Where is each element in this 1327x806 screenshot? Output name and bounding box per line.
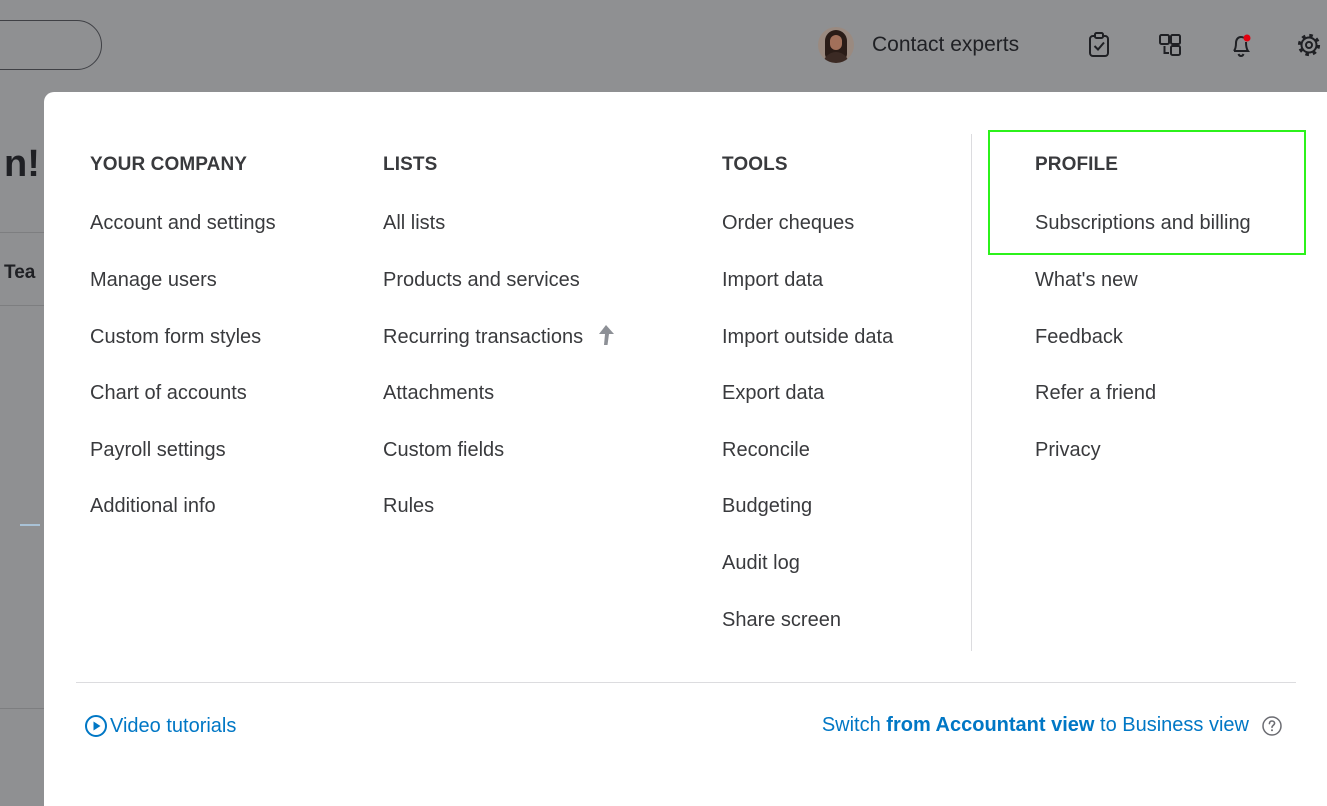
menu-item-all-lists[interactable]: All lists	[383, 209, 445, 237]
top-bar: Contact experts	[0, 0, 1327, 92]
settings-menu-panel: YOUR COMPANY Account and settings Manage…	[44, 92, 1327, 806]
menu-item-account-and-settings[interactable]: Account and settings	[90, 209, 276, 237]
footer-divider	[76, 682, 1296, 683]
bell-icon[interactable]	[1226, 30, 1256, 60]
menu-item-export-data[interactable]: Export data	[722, 379, 824, 407]
column-title: LISTS	[383, 154, 438, 175]
video-tutorials-link[interactable]: Video tutorials	[84, 714, 236, 738]
video-tutorials-label: Video tutorials	[110, 714, 237, 737]
gear-icon[interactable]	[1294, 30, 1324, 60]
column-title: TOOLS	[722, 154, 788, 175]
menu-item-import-outside-data[interactable]: Import outside data	[722, 323, 893, 351]
contact-experts-label: Contact experts	[872, 33, 1020, 56]
menu-item-recurring-transactions[interactable]: Recurring transactions	[383, 323, 617, 351]
menu-item-chart-of-accounts[interactable]: Chart of accounts	[90, 379, 247, 407]
apps-icon[interactable]	[1155, 30, 1185, 60]
search-input[interactable]	[0, 20, 102, 70]
column-title: YOUR COMPANY	[90, 154, 248, 175]
menu-item-manage-users[interactable]: Manage users	[90, 266, 217, 294]
column-divider	[971, 134, 972, 651]
menu-item-import-data[interactable]: Import data	[722, 266, 823, 294]
menu-item-payroll-settings[interactable]: Payroll settings	[90, 436, 226, 464]
menu-item-attachments[interactable]: Attachments	[383, 379, 494, 407]
menu-item-refer-a-friend[interactable]: Refer a friend	[1035, 379, 1156, 407]
menu-item-reconcile[interactable]: Reconcile	[722, 436, 810, 464]
switch-from-view: from Accountant view	[886, 714, 1095, 736]
divider	[20, 524, 40, 526]
help-circle-icon[interactable]	[1261, 715, 1283, 737]
upgrade-arrow-icon	[598, 325, 614, 345]
menu-item-feedback[interactable]: Feedback	[1035, 323, 1123, 351]
switch-prefix: Switch	[821, 714, 881, 736]
page-heading-fragment: n!	[4, 143, 40, 185]
play-circle-icon	[85, 715, 107, 737]
menu-item-additional-info[interactable]: Additional info	[90, 492, 216, 520]
menu-item-privacy[interactable]: Privacy	[1035, 436, 1101, 464]
menu-item-audit-log[interactable]: Audit log	[722, 549, 800, 577]
menu-item-custom-form-styles[interactable]: Custom form styles	[90, 323, 261, 351]
divider	[0, 232, 44, 233]
menu-item-label: Recurring transactions	[383, 326, 584, 348]
avatar	[818, 27, 854, 63]
menu-item-products-and-services[interactable]: Products and services	[383, 266, 580, 294]
switch-view-row: Switch from Accountant view to Business …	[822, 714, 1283, 737]
menu-item-whats-new[interactable]: What's new	[1035, 266, 1138, 294]
tab-fragment: Tea	[4, 262, 36, 283]
divider	[0, 305, 44, 306]
contact-experts-button[interactable]: Contact experts	[818, 27, 1019, 63]
menu-item-order-cheques[interactable]: Order cheques	[722, 209, 854, 237]
divider	[0, 708, 44, 709]
menu-item-share-screen[interactable]: Share screen	[722, 606, 841, 634]
highlight-box	[988, 130, 1306, 255]
switch-to-view: to Business view	[1100, 714, 1249, 736]
menu-item-budgeting[interactable]: Budgeting	[722, 492, 812, 520]
switch-view-link[interactable]: Switch from Accountant view to Business …	[822, 714, 1249, 737]
menu-item-custom-fields[interactable]: Custom fields	[383, 436, 504, 464]
checklist-icon[interactable]	[1084, 30, 1114, 60]
menu-item-rules[interactable]: Rules	[383, 492, 434, 520]
